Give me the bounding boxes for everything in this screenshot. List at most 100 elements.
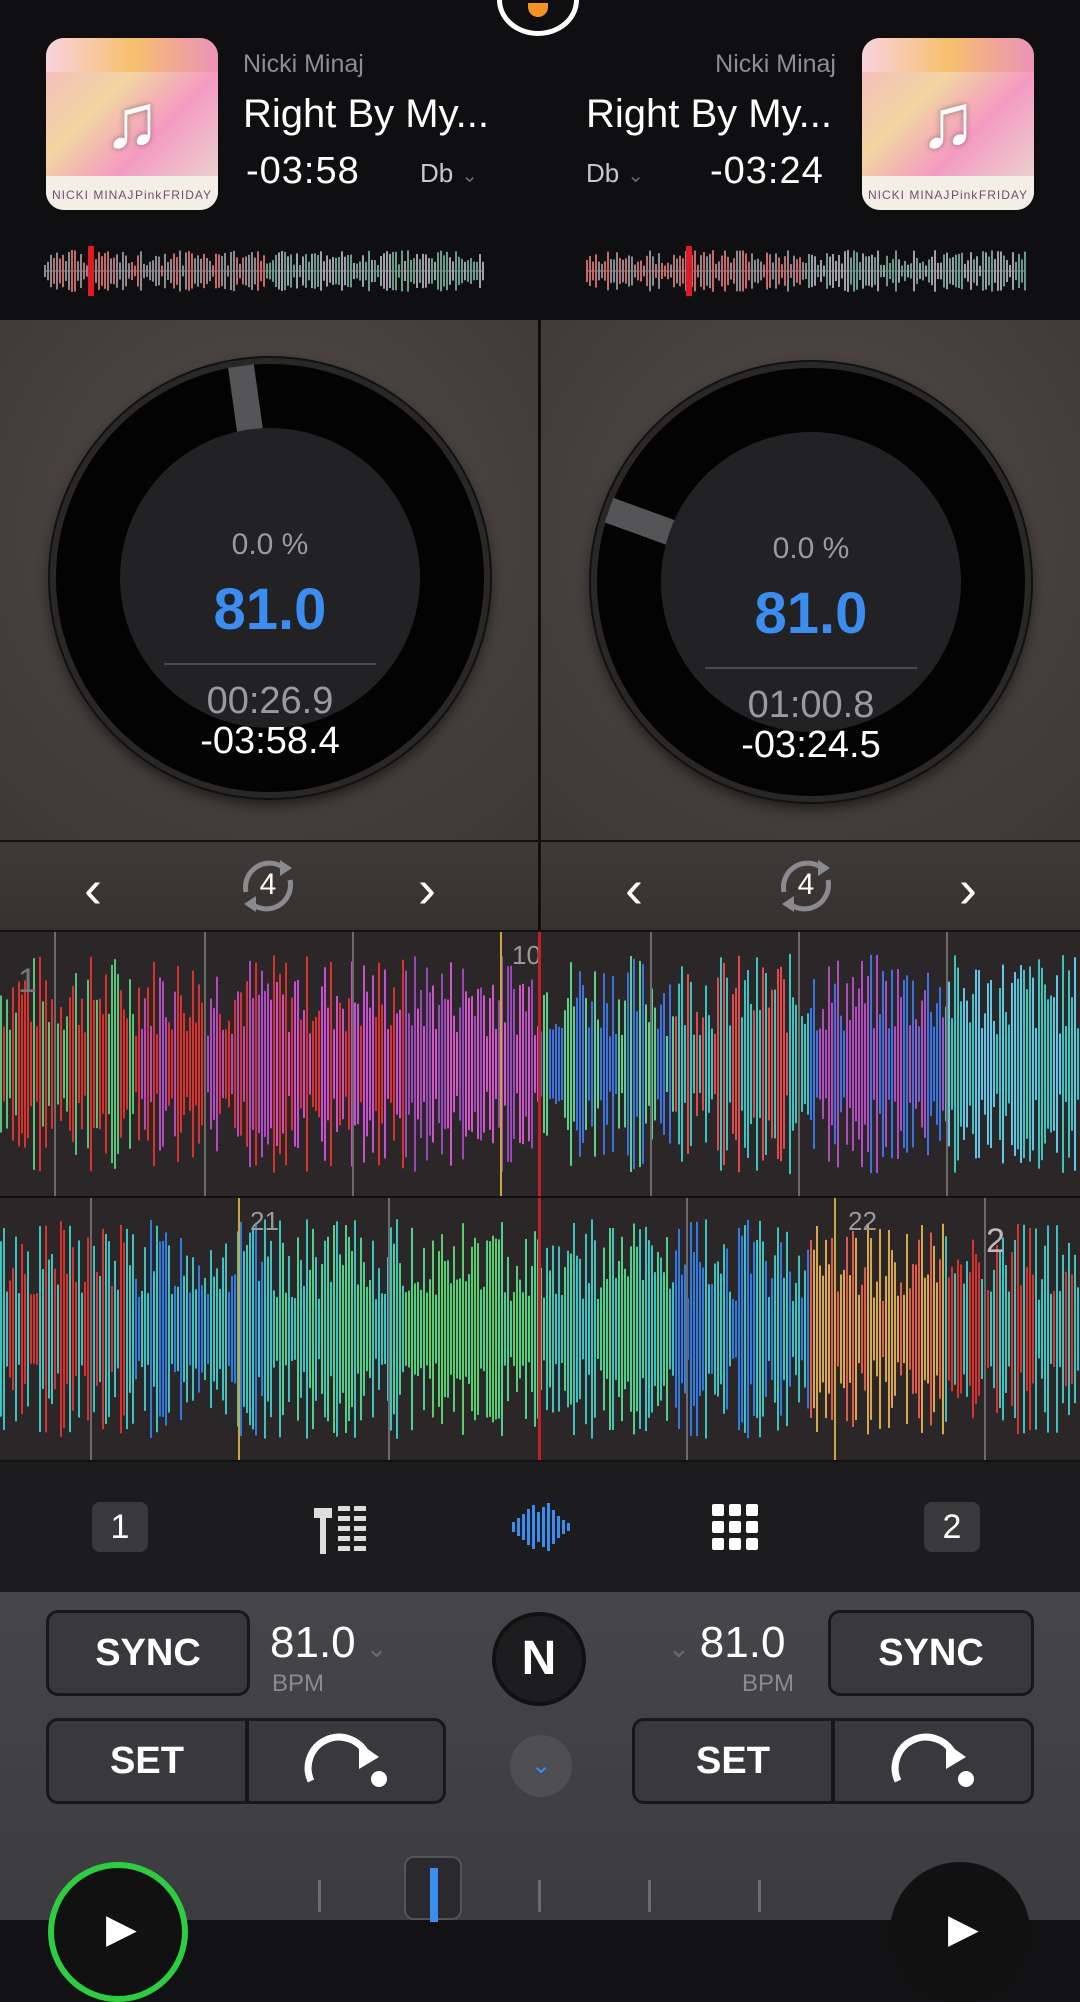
- waveform-sample: [354, 1002, 356, 1126]
- overview-waveform-left[interactable]: [44, 246, 484, 296]
- waveform-sample: [846, 983, 848, 1145]
- waveform-sample: [272, 260, 274, 282]
- overview-waveform-left-graphic: [44, 250, 484, 292]
- waveform-sample: [467, 260, 469, 282]
- mixer-icon[interactable]: [312, 1500, 372, 1561]
- waveform-sample: [684, 1025, 686, 1103]
- cue-button-right[interactable]: [832, 1718, 1034, 1804]
- loop-icon[interactable]: 4: [766, 852, 846, 920]
- loop-icon[interactable]: 4: [228, 852, 308, 920]
- play-button-left[interactable]: ▶: [48, 1862, 188, 2002]
- waveform-sample: [534, 1035, 536, 1093]
- track-title-left[interactable]: Right By My...: [243, 92, 489, 137]
- waveform-sample: [618, 999, 620, 1129]
- art-strip-text: Pink: [134, 188, 163, 202]
- center-logo-button[interactable]: N: [492, 1612, 586, 1706]
- waveform-sample: [152, 260, 154, 282]
- waveform-sample: [706, 256, 708, 286]
- tab-deck-1[interactable]: 1: [92, 1502, 148, 1552]
- bpm-selector-right[interactable]: ⌄ 81.0: [668, 1618, 785, 1668]
- waveform-sample: [329, 259, 331, 283]
- waveform-sample: [922, 261, 924, 281]
- set-button-right[interactable]: SET: [632, 1718, 834, 1804]
- waveform-sample: [408, 1013, 410, 1115]
- grid-icon[interactable]: [710, 1502, 760, 1557]
- chevron-left-icon[interactable]: ‹: [84, 858, 102, 920]
- jog-wheel-left[interactable]: 0.0 % 81.0 00:26.9 -03:58.4: [50, 358, 490, 798]
- bar-number: 10: [512, 940, 541, 970]
- chevron-left-icon[interactable]: ‹: [625, 858, 643, 920]
- set-button-left[interactable]: SET: [46, 1718, 248, 1804]
- waveform-sample: [224, 253, 226, 289]
- waveform-sample: [18, 1293, 20, 1365]
- waveform-sample: [738, 1227, 740, 1431]
- overview-waveform-right[interactable]: [586, 246, 1026, 296]
- waveform-sample: [604, 261, 606, 281]
- waveform-sample: [300, 1260, 302, 1398]
- waveform-sample: [1005, 1012, 1007, 1116]
- waveform-sample: [330, 961, 332, 1167]
- waveform-sample: [709, 253, 711, 289]
- chevron-right-icon[interactable]: ›: [959, 858, 977, 920]
- waveform-sample: [158, 256, 160, 286]
- waveform-sample: [402, 959, 404, 1169]
- waveform-sample: [275, 255, 277, 287]
- waveform-sample: [210, 998, 212, 1130]
- crossfader-indicator: [430, 1868, 438, 1922]
- waveform-sample: [93, 1245, 95, 1413]
- waveform-sample: [940, 262, 942, 280]
- waveform-sample: [1053, 997, 1055, 1131]
- waveform-sample: [333, 1029, 335, 1099]
- track-title-right[interactable]: Right By My...: [586, 92, 832, 137]
- waveform-sample: [963, 1283, 965, 1375]
- waveform-deck-1[interactable]: 10 1: [0, 932, 1080, 1196]
- album-art-left[interactable]: ♫ NICKI MINAJ Pink FRIDAY: [46, 38, 218, 210]
- waveform-sample: [988, 256, 990, 286]
- waveform-sample: [339, 1254, 341, 1404]
- tab-deck-2[interactable]: 2: [924, 1502, 980, 1552]
- waveform-sample: [120, 990, 122, 1138]
- waveform-sample: [705, 985, 707, 1143]
- waveform-sample: [780, 966, 782, 1162]
- jog-wheel-right[interactable]: 0.0 % 81.0 01:00.8 -03:24.5: [591, 362, 1031, 802]
- chevron-down-icon[interactable]: ⌄: [510, 1735, 572, 1797]
- waveform-sample: [522, 1292, 524, 1366]
- waveform-sample: [356, 263, 358, 279]
- waveform-deck-2[interactable]: 21 22 2: [0, 1198, 1080, 1460]
- waveform-icon[interactable]: [510, 1502, 570, 1557]
- waveform-sample: [807, 1249, 809, 1409]
- waveform-sample: [570, 962, 572, 1166]
- play-button-right[interactable]: ▶: [890, 1862, 1030, 2002]
- waveform-sample: [576, 1255, 578, 1403]
- crossfader-handle[interactable]: [404, 1856, 462, 1922]
- waveform-sample: [987, 1290, 989, 1368]
- waveform-sample: [273, 1290, 275, 1368]
- chevron-right-icon[interactable]: ›: [418, 858, 436, 920]
- waveform-sample: [795, 1004, 797, 1124]
- key-selector-right[interactable]: Db ⌄: [586, 158, 644, 189]
- waveform-sample: [816, 1226, 818, 1432]
- waveform-sample: [658, 253, 660, 289]
- sync-button-left[interactable]: SYNC: [46, 1610, 250, 1696]
- waveform-sample: [627, 1276, 629, 1382]
- album-art-right[interactable]: ♫ NICKI MINAJ Pink FRIDAY: [862, 38, 1034, 210]
- waveform-sample: [801, 1297, 803, 1361]
- waveform-sample: [479, 254, 481, 288]
- waveform-sample: [230, 251, 232, 291]
- waveform-sample: [714, 1263, 716, 1395]
- waveform-sample: [816, 1030, 818, 1098]
- sync-button-right[interactable]: SYNC: [828, 1610, 1034, 1696]
- waveform-sample: [261, 970, 263, 1158]
- waveform-sample: [3, 1026, 5, 1102]
- waveform-sample: [251, 252, 253, 290]
- waveform-sample: [525, 1011, 527, 1117]
- waveform-sample: [712, 250, 714, 292]
- waveform-sample: [598, 261, 600, 281]
- waveform-sample: [678, 983, 680, 1145]
- waveform-sample: [461, 258, 463, 284]
- waveform-sample: [871, 254, 873, 288]
- key-selector-left[interactable]: Db ⌄: [420, 158, 478, 189]
- cue-button-left[interactable]: [246, 1718, 446, 1804]
- waveform-sample: [183, 1275, 185, 1383]
- bpm-selector-left[interactable]: 81.0 ⌄: [270, 1618, 387, 1668]
